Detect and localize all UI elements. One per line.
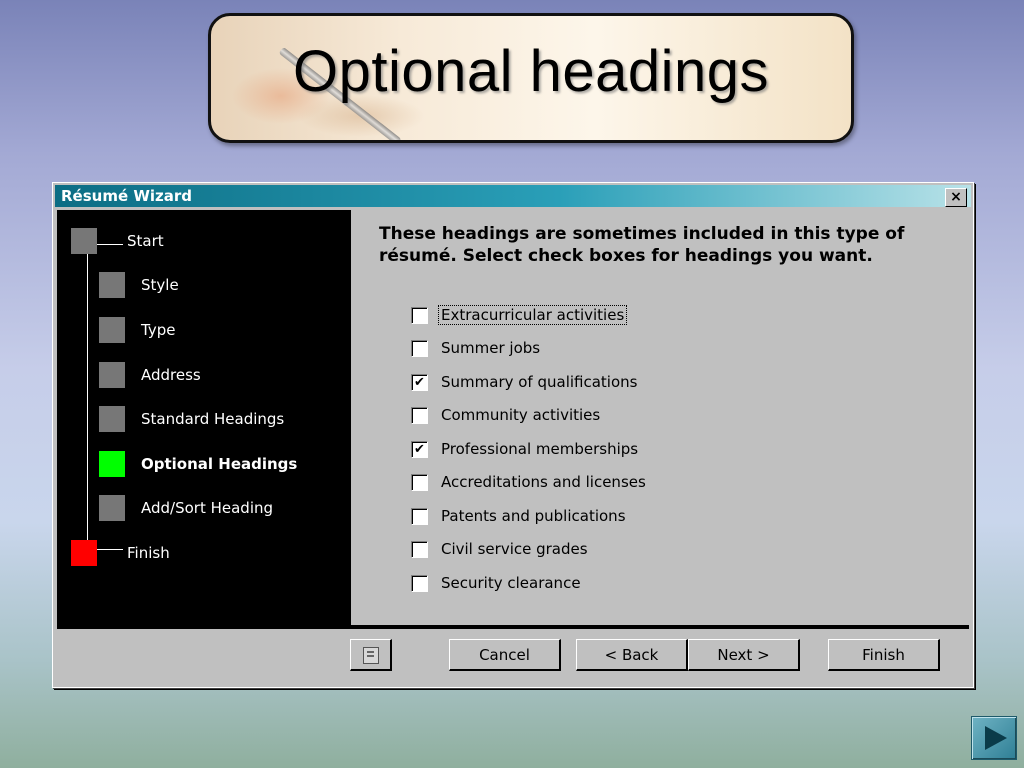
checkbox[interactable]: ✔ [411,374,428,391]
checkbox[interactable] [411,575,428,592]
option-label: Summer jobs [441,339,541,357]
step-label: Finish [127,544,170,562]
office-assistant-button[interactable] [350,639,392,671]
step-marker [99,362,125,388]
option-label: Civil service grades [441,540,588,558]
step-marker [99,406,125,432]
option-label: Professional memberships [441,440,639,458]
instruction-text: These headings are sometimes included in… [379,224,905,266]
wizard-steps-panel: Start Style Type Address Standard Headin… [57,210,351,625]
step-label: Add/Sort Heading [141,499,274,517]
checkbox[interactable] [411,340,428,357]
back-button[interactable]: < Back [576,639,688,671]
option-label: Accreditations and licenses [441,473,646,491]
checkbox[interactable] [411,541,428,558]
checkbox[interactable] [411,407,428,424]
finish-button[interactable]: Finish [828,639,940,671]
step-marker [99,495,125,521]
next-slide-arrow-icon[interactable] [971,716,1017,760]
wizard-content-panel: These headings are sometimes included in… [351,210,967,625]
step-label: Style [141,276,179,294]
step-label: Standard Headings [141,410,285,428]
option-label: Summary of qualifications [441,373,638,391]
dialog-title: Résumé Wizard [61,187,193,205]
checkbox[interactable] [411,307,428,324]
steps-connector-line [87,242,88,562]
step-label: Address [141,366,201,384]
option-label: Security clearance [441,574,581,592]
slide-title-banner: Optional headings [208,13,854,143]
step-marker [99,317,125,343]
step-marker [99,272,125,298]
checkbox[interactable]: ✔ [411,441,428,458]
resume-wizard-dialog: Résumé Wizard × Start Style Type Address… [52,182,974,688]
office-assistant-icon [363,647,379,664]
step-marker-finish [71,540,97,566]
option-label: Patents and publications [441,507,626,525]
step-label: Type [141,321,176,339]
step-marker [71,228,97,254]
option-label: Community activities [441,406,601,424]
checkbox[interactable] [411,474,428,491]
cancel-button[interactable]: Cancel [449,639,561,671]
slide-title: Optional headings [292,39,770,104]
step-label: Start [127,232,164,250]
button-bar-separator [57,625,969,629]
dialog-titlebar[interactable]: Résumé Wizard × [55,185,971,207]
step-marker-active [99,451,125,477]
next-button[interactable]: Next > [688,639,800,671]
checkbox[interactable] [411,508,428,525]
step-label: Optional Headings [141,455,298,473]
option-label: Extracurricular activities [437,305,628,325]
close-button[interactable]: × [945,188,967,207]
